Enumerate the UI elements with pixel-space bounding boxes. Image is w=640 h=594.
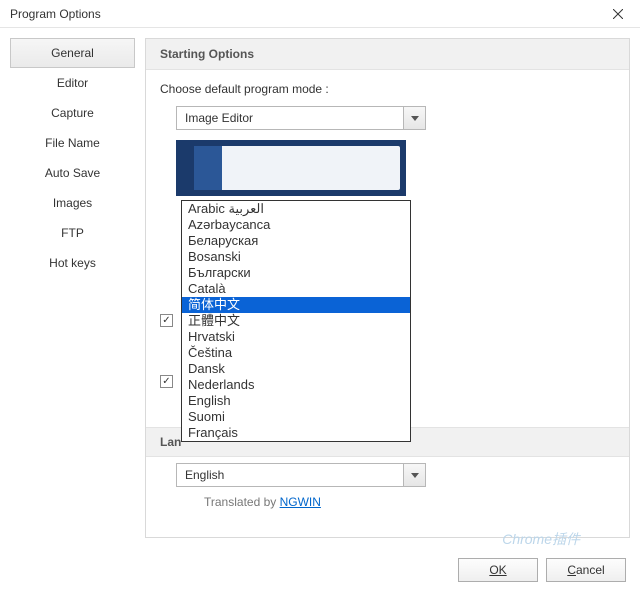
translated-by-text: Translated by NGWIN <box>204 495 321 509</box>
language-option[interactable]: 正體中文 <box>182 313 410 329</box>
language-option[interactable]: Bosanski <box>182 249 410 265</box>
sidebar-item-images[interactable]: Images <box>10 188 135 218</box>
window-title: Program Options <box>10 7 101 21</box>
close-button[interactable] <box>604 4 632 24</box>
sidebar-item-file-name[interactable]: File Name <box>10 128 135 158</box>
checkbox-option-1[interactable] <box>160 314 173 327</box>
language-option[interactable]: Suomi <box>182 409 410 425</box>
language-dropdown-button[interactable] <box>403 464 425 486</box>
program-mode-value: Image Editor <box>177 107 403 129</box>
language-option[interactable]: Français <box>182 425 410 441</box>
language-dropdown-list[interactable]: Arabic العربيةAzərbaycancaБеларускаяBosa… <box>181 200 411 442</box>
dialog-footer: OK Cancel <box>458 558 626 582</box>
sidebar-item-auto-save[interactable]: Auto Save <box>10 158 135 188</box>
sidebar-item-editor[interactable]: Editor <box>10 68 135 98</box>
language-combo-value: English <box>177 464 403 486</box>
sidebar-item-general[interactable]: General <box>10 38 135 68</box>
language-option[interactable]: 简体中文 <box>182 297 410 313</box>
language-option[interactable]: Català <box>182 281 410 297</box>
program-mode-combo[interactable]: Image Editor <box>176 106 426 130</box>
language-option[interactable]: Nederlands <box>182 377 410 393</box>
mode-preview-image <box>176 140 406 196</box>
sidebar-item-hot-keys[interactable]: Hot keys <box>10 248 135 278</box>
chevron-down-icon <box>411 116 419 121</box>
ok-button-underline: OK <box>489 563 506 577</box>
language-option[interactable]: Čeština <box>182 345 410 361</box>
titlebar: Program Options <box>0 0 640 28</box>
language-option[interactable]: Беларуская <box>182 233 410 249</box>
cancel-button[interactable]: Cancel <box>546 558 626 582</box>
language-option[interactable]: Arabic العربية <box>182 201 410 217</box>
language-option[interactable]: English <box>182 393 410 409</box>
program-mode-dropdown-button[interactable] <box>403 107 425 129</box>
sidebar-item-ftp[interactable]: FTP <box>10 218 135 248</box>
mode-label: Choose default program mode : <box>146 70 629 100</box>
language-option[interactable]: Azərbaycanca <box>182 217 410 233</box>
ok-button[interactable]: OK <box>458 558 538 582</box>
starting-options-header: Starting Options <box>146 39 629 70</box>
language-option[interactable]: Dansk <box>182 361 410 377</box>
language-option[interactable]: Hrvatski <box>182 329 410 345</box>
translator-link[interactable]: NGWIN <box>280 495 321 509</box>
close-icon <box>613 9 623 19</box>
language-combo[interactable]: English <box>176 463 426 487</box>
checkbox-option-2[interactable] <box>160 375 173 388</box>
sidebar: GeneralEditorCaptureFile NameAuto SaveIm… <box>10 38 135 538</box>
chevron-down-icon <box>411 473 419 478</box>
sidebar-item-capture[interactable]: Capture <box>10 98 135 128</box>
language-option[interactable]: Български <box>182 265 410 281</box>
